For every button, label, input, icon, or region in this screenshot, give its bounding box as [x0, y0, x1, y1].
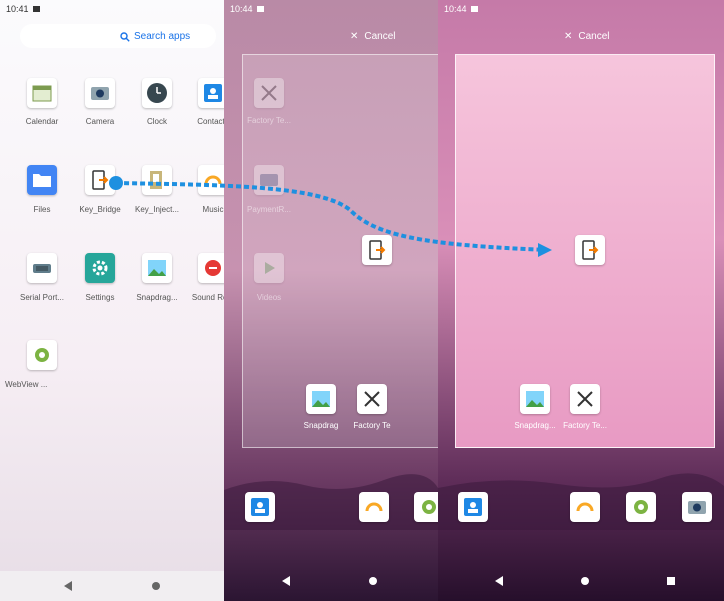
drag-path-arrow — [109, 176, 552, 257]
arrowhead-icon — [538, 243, 552, 257]
drag-path-line — [115, 181, 549, 252]
